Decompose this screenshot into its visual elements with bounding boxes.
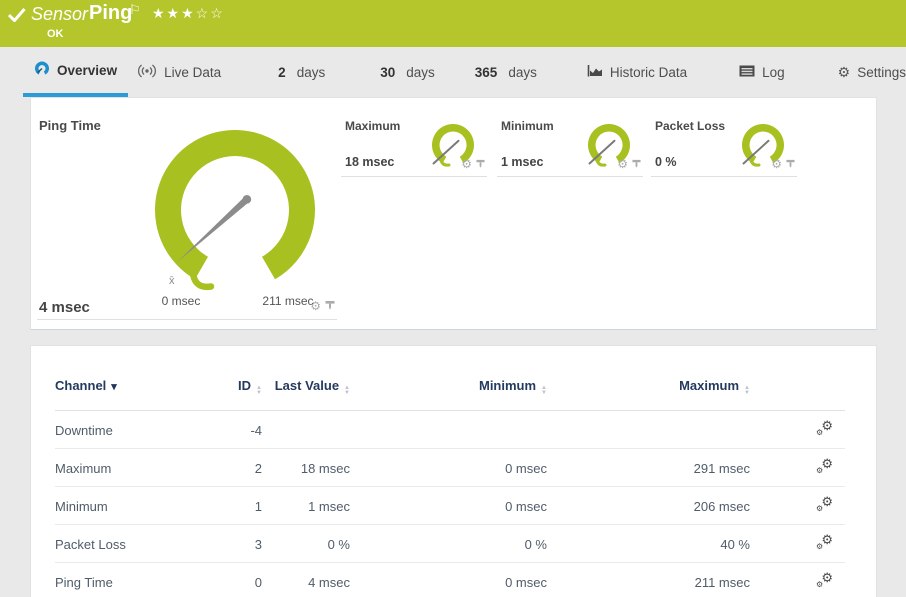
sensor-status-badge: OK	[47, 28, 64, 40]
widget-settings-gear-icon[interactable]: ⚙	[461, 157, 472, 171]
ping-time-gauge: x̄	[149, 128, 321, 308]
column-header-minimum[interactable]: Minimum▲▼	[350, 372, 547, 411]
table-row-ping-time: Ping Time 0 4 msec 0 msec 211 msec ⚙⚙	[55, 563, 845, 597]
area-chart-icon	[587, 64, 603, 81]
table-row-minimum: Minimum 1 1 msec 0 msec 206 msec ⚙⚙	[55, 487, 845, 525]
channel-minimum	[350, 411, 547, 449]
gauge-min-label: 0 msec	[149, 294, 213, 308]
channel-name: Ping Time	[55, 563, 205, 597]
tab-live-data[interactable]: Live Data	[137, 47, 221, 97]
channel-table: Channel▾ ID▲▼ Last Value▲▼ Minimum▲▼ Max…	[55, 372, 845, 597]
channel-id: 3	[205, 525, 262, 563]
widget-settings-gear-icon[interactable]: ⚙	[617, 157, 628, 171]
channel-last-value: 0 %	[262, 525, 350, 563]
table-row-packet-loss: Packet Loss 3 0 % 0 % 40 % ⚙⚙	[55, 525, 845, 563]
tab-settings-label: Settings	[857, 65, 906, 80]
channel-minimum: 0 msec	[350, 487, 547, 525]
sensor-type-label: Sensor	[31, 4, 88, 25]
packet-loss-gauge-widget: Packet Loss 0 % ⚙	[651, 113, 797, 177]
column-header-id[interactable]: ID▲▼	[205, 372, 262, 411]
tab-live-data-label: Live Data	[164, 65, 221, 80]
tab-log-label: Log	[762, 65, 785, 80]
maximum-gauge-widget: Maximum 18 msec ⚙	[341, 113, 487, 177]
ping-time-gauge-widget: Ping Time x̄ 0 msec 211 msec 4 msec ⚙	[37, 110, 337, 320]
tab-2-days[interactable]: 2 days	[278, 47, 325, 97]
broadcast-icon	[137, 63, 157, 81]
channel-name: Minimum	[55, 487, 205, 525]
pin-icon[interactable]	[325, 297, 335, 315]
table-row-downtime: Downtime -4 ⚙⚙	[55, 411, 845, 449]
tab-30-days[interactable]: 30 days	[380, 47, 435, 97]
sort-icon: ▲▼	[256, 386, 262, 395]
tab-historic-data[interactable]: Historic Data	[587, 47, 687, 97]
priority-stars[interactable]: ★★★☆☆	[152, 5, 225, 22]
widget-settings-gear-icon[interactable]: ⚙	[771, 157, 782, 171]
channel-last-value: 4 msec	[262, 563, 350, 597]
channel-maximum: 211 msec	[547, 563, 750, 597]
sort-desc-icon: ▾	[111, 381, 117, 393]
packet-loss-value: 0 %	[655, 155, 677, 169]
table-header-row: Channel▾ ID▲▼ Last Value▲▼ Minimum▲▼ Max…	[55, 372, 845, 411]
channel-maximum: 291 msec	[547, 449, 750, 487]
channel-maximum	[547, 411, 750, 449]
sensor-header: Sensor Ping ⚐ ★★★☆☆ OK	[0, 0, 906, 47]
table-row-maximum: Maximum 2 18 msec 0 msec 291 msec ⚙⚙	[55, 449, 845, 487]
tab-bar: Overview Live Data 2 days 30 days 365 da…	[0, 47, 906, 97]
channel-settings-gears-icon[interactable]: ⚙⚙	[816, 497, 833, 512]
channel-name: Packet Loss	[55, 525, 205, 563]
channel-last-value	[262, 411, 350, 449]
channel-name: Maximum	[55, 449, 205, 487]
gauges-panel: Ping Time x̄ 0 msec 211 msec 4 msec ⚙ Ma…	[30, 97, 877, 330]
widget-title: Maximum	[345, 119, 400, 133]
widget-title: Minimum	[501, 119, 554, 133]
widget-title: Packet Loss	[655, 119, 725, 133]
average-marker: x̄	[169, 275, 175, 287]
tab-365-days[interactable]: 365 days	[475, 47, 537, 97]
column-header-maximum[interactable]: Maximum▲▼	[547, 372, 750, 411]
channel-maximum: 206 msec	[547, 487, 750, 525]
sensor-name: Ping	[89, 2, 132, 25]
column-header-actions	[750, 372, 845, 411]
sort-icon: ▲▼	[344, 386, 350, 395]
maximum-value: 18 msec	[345, 155, 394, 169]
channel-settings-gears-icon[interactable]: ⚙⚙	[816, 535, 833, 550]
tab-overview-label: Overview	[57, 63, 117, 78]
tab-settings[interactable]: ⚙ Settings	[838, 47, 906, 97]
channel-id: 0	[205, 563, 262, 597]
channel-minimum: 0 %	[350, 525, 547, 563]
channel-id: 2	[205, 449, 262, 487]
channels-panel: Channel▾ ID▲▼ Last Value▲▼ Minimum▲▼ Max…	[30, 345, 877, 597]
tab-log[interactable]: Log	[739, 47, 785, 97]
channel-id: 1	[205, 487, 262, 525]
channel-settings-gears-icon[interactable]: ⚙⚙	[816, 421, 833, 436]
minimum-gauge-widget: Minimum 1 msec ⚙	[497, 113, 643, 177]
pin-icon[interactable]	[632, 155, 641, 173]
tab-overview[interactable]: Overview	[23, 47, 128, 97]
pin-icon[interactable]	[476, 155, 485, 173]
channel-id: -4	[205, 411, 262, 449]
channel-maximum: 40 %	[547, 525, 750, 563]
widget-settings-gear-icon[interactable]: ⚙	[310, 299, 321, 313]
status-ok-check-icon	[8, 8, 26, 27]
priority-flag-icon[interactable]: ⚐	[129, 2, 141, 18]
sort-icon: ▲▼	[541, 386, 547, 395]
column-header-last-value[interactable]: Last Value▲▼	[262, 372, 350, 411]
minimum-value: 1 msec	[501, 155, 543, 169]
gauge-icon	[34, 61, 50, 79]
channel-last-value: 1 msec	[262, 487, 350, 525]
log-list-icon	[739, 65, 755, 80]
pin-icon[interactable]	[786, 155, 795, 173]
gear-icon: ⚙	[838, 64, 851, 81]
widget-title: Ping Time	[39, 118, 101, 133]
sort-icon: ▲▼	[744, 386, 750, 395]
column-header-channel[interactable]: Channel▾	[55, 372, 205, 411]
channel-settings-gears-icon[interactable]: ⚙⚙	[816, 573, 833, 588]
channel-settings-gears-icon[interactable]: ⚙⚙	[816, 459, 833, 474]
channel-minimum: 0 msec	[350, 563, 547, 597]
channel-last-value: 18 msec	[262, 449, 350, 487]
ping-time-current-value: 4 msec	[39, 299, 90, 316]
tab-historic-data-label: Historic Data	[610, 65, 687, 80]
channel-minimum: 0 msec	[350, 449, 547, 487]
channel-name: Downtime	[55, 411, 205, 449]
